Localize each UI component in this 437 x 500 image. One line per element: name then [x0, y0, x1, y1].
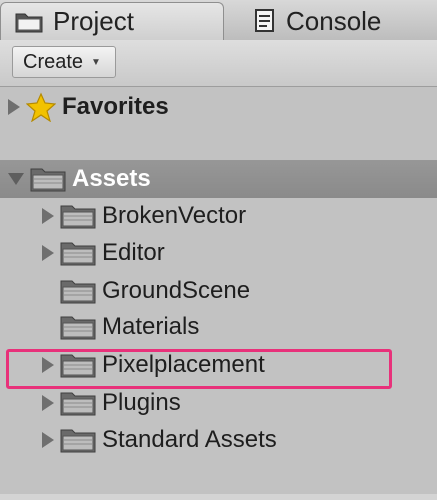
expand-arrow-icon[interactable] [42, 245, 54, 261]
tab-console[interactable]: Console [248, 2, 381, 40]
folder-label: Plugins [102, 389, 181, 416]
folder-icon [60, 427, 96, 453]
folder-label: GroundScene [102, 277, 251, 304]
project-tree: Favorites Assets BrokenVector Editor Gro… [0, 87, 437, 500]
expand-arrow-icon[interactable] [42, 357, 54, 373]
folder-icon [60, 240, 96, 266]
folder-label: BrokenVector [102, 202, 247, 229]
tree-item-materials[interactable]: Materials [0, 309, 437, 345]
tree-item-assets[interactable]: Assets [0, 160, 437, 198]
tab-bar: Project Console [0, 0, 437, 41]
tree-item-groundscene[interactable]: GroundScene [0, 273, 437, 309]
tree-item-plugins[interactable]: Plugins [0, 385, 437, 421]
project-toolbar: Create ▼ [0, 40, 437, 87]
folder-icon [60, 203, 96, 229]
expand-arrow-icon[interactable] [8, 99, 20, 115]
expand-arrow-icon[interactable] [42, 208, 54, 224]
folder-label: Standard Assets [102, 426, 277, 453]
panel-bottom-edge [0, 494, 437, 500]
folder-label: Pixelplacement [102, 351, 265, 378]
folder-icon [60, 278, 96, 304]
folder-icon [60, 314, 96, 340]
collapse-arrow-icon[interactable] [8, 173, 24, 185]
expand-arrow-icon[interactable] [42, 395, 54, 411]
star-icon [26, 92, 56, 122]
folder-label: Materials [102, 313, 200, 340]
tab-project-label: Project [53, 6, 134, 36]
expand-arrow-icon[interactable] [42, 432, 54, 448]
tab-project[interactable]: Project [0, 2, 224, 40]
tree-item-pixelplacement[interactable]: Pixelplacement [0, 347, 437, 383]
folder-icon [60, 390, 96, 416]
chevron-down-icon: ▼ [91, 56, 101, 68]
assets-label: Assets [72, 165, 151, 192]
tree-item-standard-assets[interactable]: Standard Assets [0, 422, 437, 458]
favorites-label: Favorites [62, 93, 169, 120]
console-icon [254, 9, 276, 33]
folder-icon [30, 166, 66, 192]
create-button-label: Create [23, 50, 84, 73]
folder-icon [15, 11, 43, 33]
tab-console-label: Console [286, 5, 382, 36]
folder-label: Editor [102, 239, 165, 266]
tree-item-favorites[interactable]: Favorites [0, 89, 437, 125]
tree-item-editor[interactable]: Editor [0, 235, 437, 271]
create-button[interactable]: Create ▼ [12, 46, 116, 78]
folder-icon [60, 352, 96, 378]
tree-item-brokenvector[interactable]: BrokenVector [0, 198, 437, 234]
